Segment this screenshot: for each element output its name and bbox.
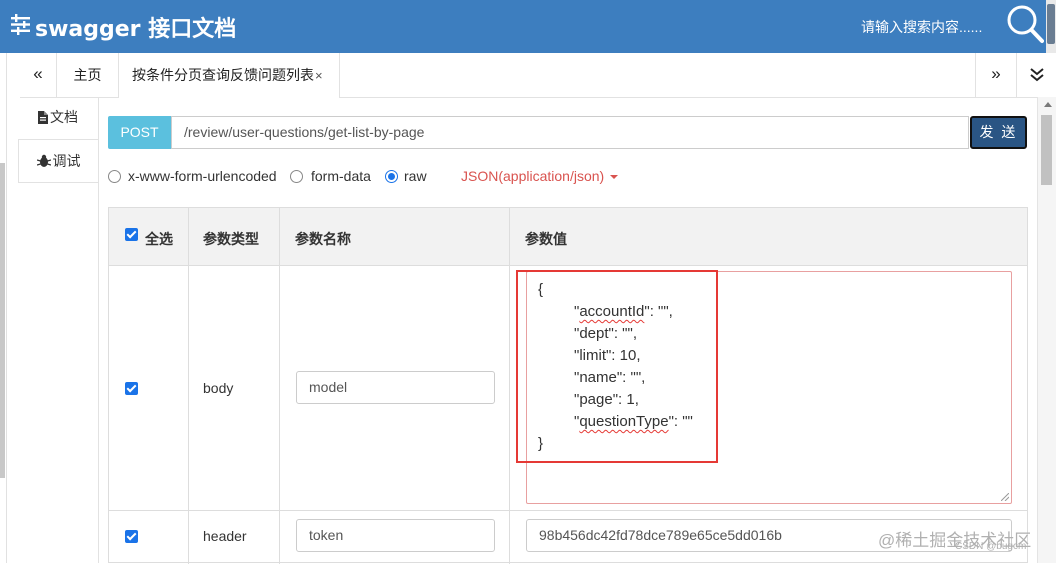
top-header: swagger 接口文档 请输入搜索内容...... <box>0 0 1056 53</box>
nav-doc-label: 文档 <box>50 109 78 125</box>
app-title: swagger 接口文档 <box>35 17 237 42</box>
nav-debug-label: 调试 <box>52 153 81 169</box>
search-icon[interactable] <box>1006 4 1044 44</box>
file-icon <box>38 111 48 124</box>
raw-type-dropdown[interactable]: JSON(application/json) <box>461 168 619 184</box>
radio-raw[interactable] <box>385 170 398 183</box>
url-input[interactable]: /review/user-questions/get-list-by-page <box>171 116 969 149</box>
scrollbar-thumb[interactable] <box>1041 115 1052 185</box>
tab-home[interactable]: 主页 <box>57 53 118 97</box>
menu-icon[interactable] <box>11 14 30 35</box>
radio-form-data[interactable] <box>290 170 303 183</box>
tab-close-icon[interactable]: × <box>315 68 323 83</box>
header-param-type: 参数类型 <box>203 231 259 247</box>
radio-urlencoded[interactable] <box>108 170 121 183</box>
scroll-up-icon[interactable] <box>1044 102 1052 107</box>
caret-down-icon <box>610 175 619 179</box>
row-checkbox-body[interactable] <box>125 382 138 395</box>
header-param-value: 参数值 <box>525 231 567 247</box>
left-nav: 文档 调试 <box>18 97 99 563</box>
tab-scroll-left-icon[interactable]: « <box>20 53 57 97</box>
nav-item-doc[interactable]: 文档 <box>18 97 98 137</box>
row-type-body: body <box>203 380 234 396</box>
param-name-field[interactable]: token <box>296 519 495 552</box>
tab-active[interactable]: 按条件分页查询反馈问题列表× <box>118 53 340 98</box>
tab-scroll-right-icon[interactable]: » <box>975 53 1016 97</box>
search-input[interactable]: 请输入搜索内容...... <box>861 17 982 37</box>
tab-menu-icon[interactable] <box>1016 53 1056 97</box>
watermark-sub: CSDN @bugcm <box>955 541 1027 552</box>
http-method-label: POST <box>108 116 171 149</box>
window-edge <box>1046 0 1056 53</box>
header-select-all: 全选 <box>145 231 173 247</box>
row-checkbox-header[interactable] <box>125 530 138 543</box>
resize-handle-icon[interactable] <box>1001 493 1009 501</box>
table-header: 全选 参数类型 参数名称 参数值 <box>109 208 1027 266</box>
vertical-scrollbar[interactable] <box>1037 97 1056 563</box>
header-param-name: 参数名称 <box>295 231 351 247</box>
tab-bar: « 主页 按条件分页查询反馈问题列表× » <box>20 53 1056 98</box>
send-button[interactable]: 发 送 <box>970 116 1027 149</box>
content-type-options: x-www-form-urlencoded form-data raw JSON… <box>108 166 668 188</box>
highlight-box <box>516 270 718 463</box>
outer-scrollbar[interactable] <box>0 53 7 563</box>
raw-type-label: JSON(application/json) <box>461 168 605 184</box>
bug-icon <box>36 154 51 167</box>
nav-item-debug[interactable]: 调试 <box>18 139 98 183</box>
tab-active-label: 按条件分页查询反馈问题列表 <box>132 67 314 83</box>
radio-urlencoded-label: x-www-form-urlencoded <box>128 168 277 184</box>
select-all-checkbox[interactable] <box>125 228 138 241</box>
param-name-field[interactable]: model <box>296 371 495 404</box>
radio-form-data-label: form-data <box>311 168 371 184</box>
radio-raw-label: raw <box>404 168 427 184</box>
row-type-header: header <box>203 528 247 544</box>
